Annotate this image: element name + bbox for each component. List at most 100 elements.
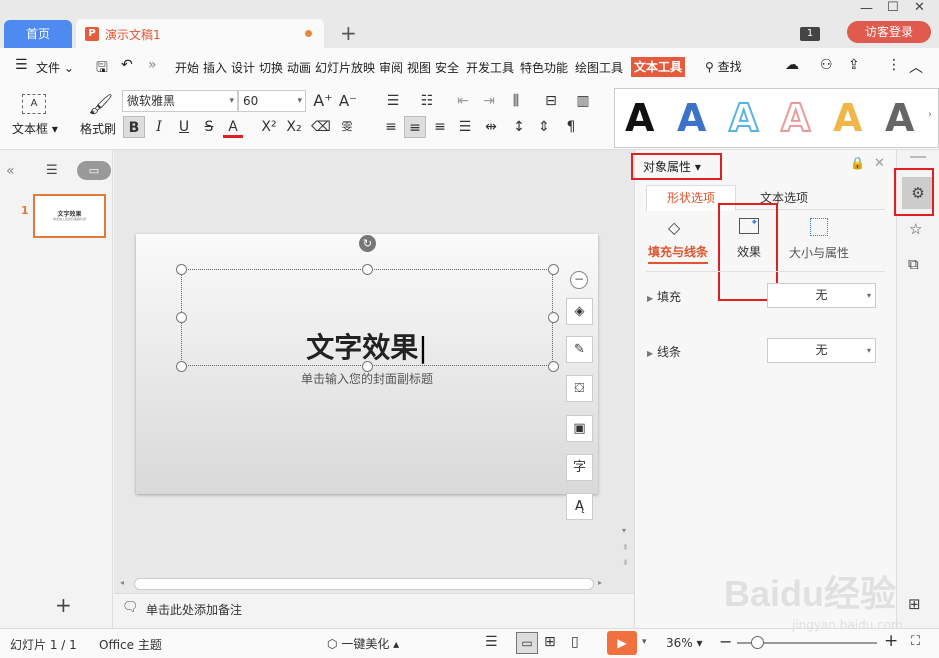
slide-thumbnail[interactable]: 文字效果 单击输入您的封面副标题 <box>33 194 106 238</box>
minimize-icon[interactable]: — <box>860 1 873 16</box>
text-format-icon[interactable]: Ą <box>566 493 593 520</box>
align-right-icon[interactable]: ≡ <box>429 116 451 138</box>
size-properties-icon[interactable] <box>810 218 828 236</box>
font-size-select[interactable]: 60 ▾ <box>238 90 306 112</box>
slide-view-icon[interactable]: ▭ <box>77 161 111 180</box>
align-left-icon[interactable]: ≡ <box>380 116 402 138</box>
play-options-icon[interactable]: ▾ <box>642 637 647 647</box>
menu-tab-slideshow[interactable]: 幻灯片放映 <box>315 59 375 76</box>
collapse-ribbon-icon[interactable]: ︿ <box>909 57 923 77</box>
zoom-level[interactable]: 36% ▾ <box>666 636 703 650</box>
slide-title[interactable]: 文字效果| <box>181 326 553 366</box>
scroll-left-icon[interactable]: ◂ <box>120 578 124 587</box>
text-style-blue[interactable]: A <box>677 93 706 143</box>
search-button[interactable]: ⚲ 查找 <box>705 58 742 75</box>
add-slide-icon[interactable]: + <box>55 593 72 617</box>
format-painter-icon[interactable]: 🖌 <box>88 92 113 116</box>
outline-view-icon[interactable]: ☰ <box>46 163 58 178</box>
eraser-icon[interactable]: ⌫ <box>310 116 332 138</box>
decrease-indent-icon[interactable]: ⇤ <box>452 90 474 112</box>
transition-icon[interactable]: ⧉ <box>908 255 919 273</box>
paragraph-settings-icon[interactable]: ¶ <box>560 116 582 138</box>
phonetic-icon[interactable]: 雯 <box>336 116 358 138</box>
menu-tab-start[interactable]: 开始 <box>175 59 199 76</box>
font-name-select[interactable]: 微软雅黑 ▾ <box>122 90 238 112</box>
menu-tab-review[interactable]: 审阅 <box>379 59 403 76</box>
menu-tab-transition[interactable]: 切换 <box>259 59 283 76</box>
tab-document[interactable]: P 演示文稿1 <box>76 19 324 48</box>
beautify-button[interactable]: ⬡ 一键美化 ▴ <box>327 635 399 652</box>
italic-icon[interactable]: I <box>148 116 170 138</box>
more-options-icon[interactable]: ⋮ <box>887 57 901 73</box>
menu-tab-text-tools[interactable]: 文本工具 <box>631 57 686 77</box>
collapse-tools-icon[interactable]: − <box>570 271 588 289</box>
menu-tab-special[interactable]: 特色功能 <box>520 59 568 76</box>
zoom-in-icon[interactable]: + <box>884 631 898 651</box>
text-style-light-blue-outline[interactable]: A <box>728 93 759 143</box>
subtab-size-properties[interactable]: 大小与属性 <box>789 244 849 261</box>
hamburger-icon[interactable]: ☰ <box>15 57 28 73</box>
collapse-panel-icon[interactable]: « <box>6 163 15 179</box>
reading-view-icon[interactable]: ▯ <box>571 634 579 650</box>
columns-icon[interactable]: ▥ <box>572 90 594 112</box>
slide-subtitle[interactable]: 单击输入您的封面副标题 <box>181 370 553 387</box>
scroll-right-icon[interactable]: ▸ <box>598 578 602 587</box>
distribute-icon[interactable]: ⇹ <box>480 116 502 138</box>
line-select[interactable]: 无 ▾ <box>767 338 876 363</box>
menu-tab-view[interactable]: 视图 <box>407 59 431 76</box>
menu-tab-insert[interactable]: 插入 <box>203 59 227 76</box>
underline-icon[interactable]: U <box>173 116 195 138</box>
superscript-icon[interactable]: X² <box>258 116 280 138</box>
export-icon[interactable]: ⇪ <box>848 57 860 73</box>
lock-icon[interactable]: 🔒 <box>850 156 865 170</box>
notes-bar[interactable]: 🗨 单击此处添加备注 <box>114 593 634 628</box>
increase-indent-icon[interactable]: ⇥ <box>478 90 500 112</box>
subscript-icon[interactable]: X₂ <box>283 116 305 138</box>
close-panel-icon[interactable]: ✕ <box>874 156 885 171</box>
resize-handle[interactable] <box>548 264 559 275</box>
animation-star-icon[interactable]: ☆ <box>909 220 922 238</box>
login-button[interactable]: 访客登录 <box>847 21 931 43</box>
menu-tab-drawing[interactable]: 绘图工具 <box>575 59 623 76</box>
line-spacing-icon[interactable]: ↕ <box>508 116 530 138</box>
textbox-button[interactable]: 文本框 ▾ <box>12 120 58 137</box>
zoom-out-icon[interactable]: − <box>719 632 732 651</box>
save-icon[interactable]: 🖫 <box>96 57 108 81</box>
text-style-gray[interactable]: A <box>885 93 914 143</box>
menu-tab-design[interactable]: 设计 <box>231 59 255 76</box>
text-style-pink-outline[interactable]: A <box>780 93 811 143</box>
resize-handle[interactable] <box>176 264 187 275</box>
rotate-handle-icon[interactable]: ↻ <box>359 235 376 252</box>
normal-view-icon[interactable]: ▭ <box>516 632 538 654</box>
maximize-icon[interactable]: ☐ <box>887 0 899 15</box>
next-slide-icon[interactable]: ⇟ <box>622 558 629 567</box>
align-center-icon[interactable]: ≡ <box>404 116 426 138</box>
text-direction-icon[interactable]: ⫼ <box>505 90 527 112</box>
strikethrough-icon[interactable]: S <box>198 116 220 138</box>
numbered-list-icon[interactable]: ☷ <box>416 90 438 112</box>
fill-select[interactable]: 无 ▾ <box>767 283 876 308</box>
tab-home[interactable]: 首页 <box>4 20 72 48</box>
horizontal-scrollbar[interactable] <box>134 578 594 590</box>
decrease-font-icon[interactable]: A⁻ <box>337 90 359 112</box>
gallery-scroll-icon[interactable]: › <box>928 109 932 120</box>
theme-name[interactable]: Office 主题 <box>99 636 162 653</box>
bold-icon[interactable]: B <box>123 116 145 138</box>
pen-icon[interactable]: ✎ <box>566 336 593 363</box>
scroll-down-icon[interactable]: ▾ <box>622 526 626 535</box>
menu-tab-security[interactable]: 安全 <box>435 59 459 76</box>
bullet-list-icon[interactable]: ☰ <box>382 90 404 112</box>
menu-file[interactable]: 文件 ⌄ <box>36 59 74 76</box>
layers-icon[interactable]: ◈ <box>566 298 593 325</box>
increase-font-icon[interactable]: A⁺ <box>312 90 334 112</box>
properties-header[interactable]: 对象属性 ▾ <box>643 158 701 175</box>
outline-icon[interactable]: ▣ <box>566 415 593 442</box>
fill-bucket-icon[interactable]: ⛋ <box>566 375 593 402</box>
text-style-gold[interactable]: A <box>833 93 862 143</box>
play-slideshow-icon[interactable]: ▶ <box>607 631 637 655</box>
workspace-badge[interactable]: 1 <box>800 27 820 41</box>
close-window-icon[interactable]: ✕ <box>914 0 925 15</box>
fill-line-icon[interactable]: ◇ <box>668 218 680 237</box>
undo-icon[interactable]: ↶ <box>121 57 133 73</box>
cloud-icon[interactable]: ☁ <box>785 57 799 73</box>
